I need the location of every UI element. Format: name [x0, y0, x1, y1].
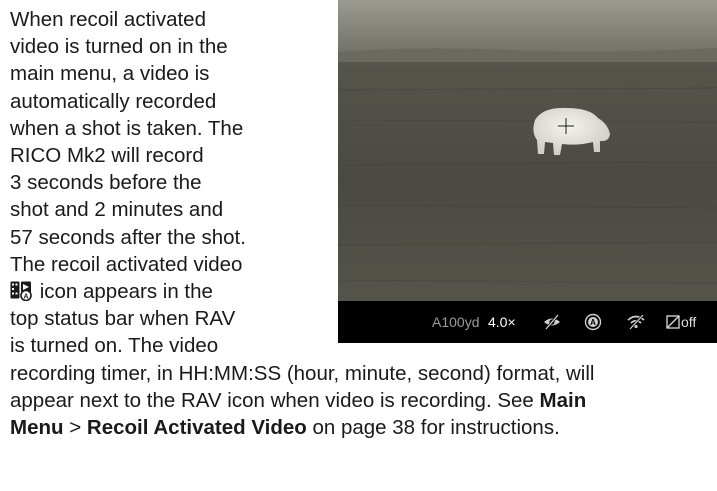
svg-text:A: A: [23, 293, 28, 300]
text-line: recording timer, in HH:MM:SS (hour, minu…: [10, 361, 595, 385]
field-region: [338, 62, 717, 301]
text-fragment: on page 38 for instructions.: [306, 416, 560, 440]
svg-text:A: A: [590, 318, 596, 327]
pip-status: off: [666, 301, 696, 343]
menu-path-rav: Recoil Activated Video: [86, 416, 307, 440]
pip-state-label: off: [681, 314, 697, 330]
thermal-image: [338, 0, 717, 301]
zoom-readout: 4.0×: [488, 314, 516, 330]
range-readout: A100yd: [432, 314, 480, 330]
thermal-scope-view: A100yd 4.0× A off: [338, 0, 717, 343]
text-line: Menu > Recoil Activated Video on page 38…: [10, 414, 715, 441]
auto-mode-icon: A: [584, 301, 602, 343]
text-line: appear next to the RAV icon when video i…: [10, 387, 715, 414]
recoil-activated-video-icon: A: [10, 281, 32, 302]
scope-status-bar: A100yd 4.0× A off: [338, 301, 717, 343]
menu-path-menu: Menu: [10, 416, 64, 440]
eye-off-icon: [542, 301, 562, 343]
wifi-off-icon: [626, 301, 646, 343]
pip-icon: [666, 315, 680, 329]
menu-path-separator: >: [63, 416, 87, 440]
menu-path-main: Main: [539, 388, 587, 412]
text-fragment: appear next to the RAV icon when video i…: [10, 388, 540, 412]
text-fragment: icon appears in the: [34, 280, 213, 304]
